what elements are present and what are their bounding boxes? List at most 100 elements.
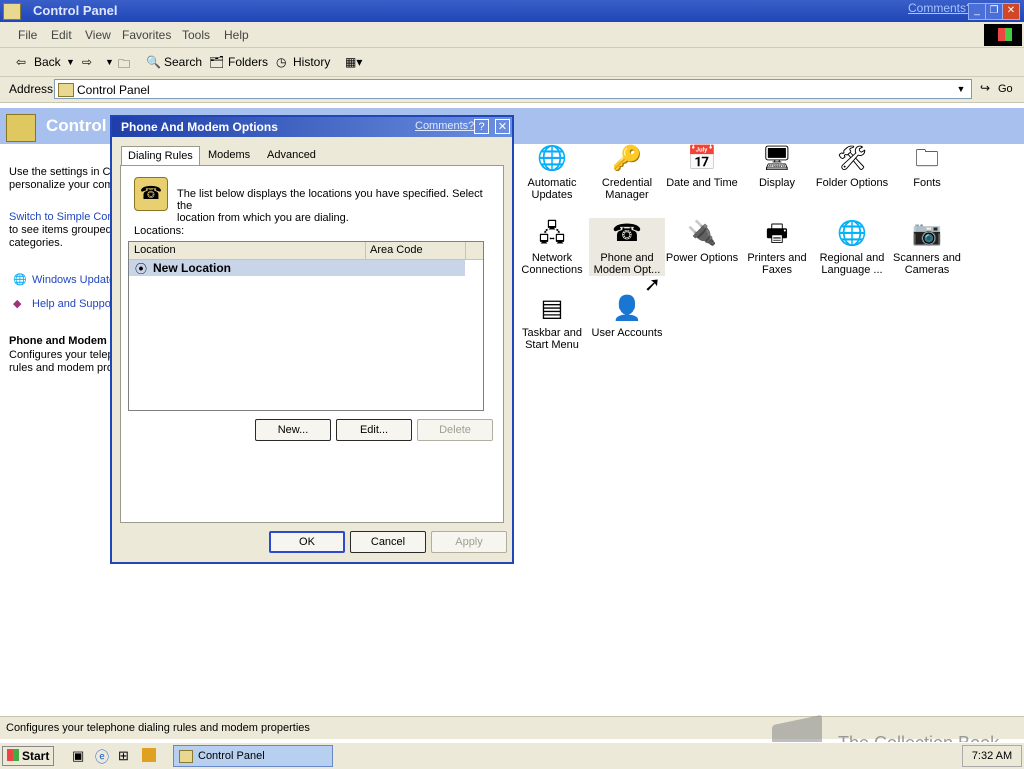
intro-line-1: Use the settings in Co (9, 166, 117, 178)
views-icon[interactable]: ▦▾ (345, 55, 362, 69)
table-row[interactable]: ⦿ New Location (129, 260, 465, 276)
dialog-comments-link[interactable]: Comments? (415, 120, 474, 132)
user-icon: 👤 (612, 295, 642, 322)
control-panel-item[interactable]: 🖶 Printers and Faxes (739, 218, 815, 276)
description-line-1: The list below displays the locations yo… (177, 188, 483, 212)
search-button[interactable]: Search (164, 55, 202, 69)
delete-location-button[interactable]: Delete (417, 419, 493, 441)
history-button[interactable]: History (293, 55, 330, 69)
explorer-icon[interactable]: ⊞ (118, 748, 129, 764)
item-label: User Accounts (591, 327, 663, 339)
control-panel-item[interactable]: 🌐 Automatic Updates (514, 143, 590, 201)
help-book-icon: ◆ (13, 298, 22, 310)
control-panel-item[interactable]: 👤 User Accounts (589, 293, 665, 339)
locations-list[interactable]: Location Area Code ⦿ New Location (128, 241, 484, 411)
control-panel-item[interactable]: ☎ Phone and Modem Opt... (589, 218, 665, 276)
control-panel-item[interactable]: ▤ Taskbar and Start Menu (514, 293, 590, 351)
windows-flag-icon (998, 28, 1012, 41)
item-label: Printers and (747, 252, 807, 264)
menu-favorites[interactable]: Favorites (122, 28, 171, 42)
minimize-button[interactable]: _ (968, 3, 986, 20)
control-panel-item[interactable]: 🌐 Regional and Language ... (814, 218, 890, 276)
control-panel-item[interactable]: 🔌 Power Options (664, 218, 740, 264)
folder-tools-icon: 🛠 (836, 145, 868, 172)
desktop-icon[interactable]: ▣ (72, 748, 84, 764)
dialog-close-button[interactable]: ✕ (495, 119, 510, 134)
item-label: Faxes (762, 264, 792, 276)
ie-icon[interactable]: ⓔ (95, 747, 109, 767)
taskbar-item-control-panel[interactable]: Control Panel (173, 745, 333, 767)
tab-modems[interactable]: Modems (202, 146, 256, 165)
item-label: Folder Options (815, 177, 889, 189)
menu-edit[interactable]: Edit (51, 28, 72, 42)
control-panel-item[interactable]: 🔑 Credential Manager (589, 143, 665, 201)
up-folder-icon[interactable]: 🗀 (118, 55, 130, 76)
control-panel-item[interactable]: 📅 Date and Time (664, 143, 740, 189)
column-divider[interactable] (365, 242, 366, 259)
window-title: Control Panel (33, 3, 118, 18)
globe-icon: 🌐 (537, 145, 567, 172)
tab-advanced[interactable]: Advanced (261, 146, 322, 165)
start-button[interactable]: Start (2, 746, 54, 766)
cancel-button[interactable]: Cancel (350, 531, 426, 553)
list-header: Location Area Code (129, 242, 483, 260)
calendar-clock-icon: 📅 (687, 145, 717, 172)
forward-dropdown-icon[interactable]: ▼ (105, 57, 114, 67)
windows-flag-icon (7, 749, 19, 761)
item-label: Automatic (527, 177, 577, 189)
keys-icon: 🔑 (612, 145, 642, 172)
chevron-down-icon[interactable]: ▼ (952, 80, 970, 98)
comments-link[interactable]: Comments? (908, 1, 973, 15)
selected-item-desc-2: rules and modem pro (9, 362, 113, 374)
close-button[interactable]: ✕ (1002, 3, 1020, 20)
item-label: Scanners and (893, 252, 961, 264)
column-divider[interactable] (465, 242, 466, 259)
tab-dialing-rules[interactable]: Dialing Rules (121, 146, 200, 166)
control-panel-item[interactable]: 🗀 Fonts (889, 143, 965, 189)
column-area-code[interactable]: Area Code (370, 244, 423, 256)
control-panel-item[interactable]: 🖥 Display (739, 143, 815, 189)
column-location[interactable]: Location (134, 244, 176, 256)
restore-button[interactable]: ❐ (985, 3, 1003, 20)
control-panel-item[interactable]: 📷 Scanners and Cameras (889, 218, 965, 276)
folders-button[interactable]: Folders (228, 55, 268, 69)
menu-bar: File Edit View Favorites Tools Help (0, 22, 1024, 48)
address-input[interactable]: Control Panel ▼ (54, 79, 972, 99)
control-panel-item[interactable]: 🛠 Folder Options (814, 143, 890, 189)
telephone-icon: ☎ (134, 177, 168, 211)
location-name: New Location (153, 261, 232, 275)
status-text: Configures your telephone dialing rules … (6, 722, 310, 734)
globe-icon: 🌐 (837, 220, 867, 247)
item-label: Network (531, 252, 573, 264)
start-label: Start (22, 749, 50, 763)
menu-file[interactable]: File (18, 28, 37, 42)
ok-button[interactable]: OK (269, 531, 345, 553)
selected-item-title: Phone and Modem (9, 335, 107, 347)
new-location-button[interactable]: New... (255, 419, 331, 441)
item-label: Updates (531, 189, 573, 201)
selected-item-desc-1: Configures your telep (9, 349, 114, 361)
item-label: Power Options (665, 252, 739, 264)
menu-help[interactable]: Help (224, 28, 249, 42)
dialog-title-bar: Phone And Modem Options Comments? ? ✕ (112, 117, 512, 137)
back-dropdown-icon[interactable]: ▼ (66, 57, 75, 67)
forward-button[interactable]: ⇨ (82, 55, 92, 69)
apply-button[interactable]: Apply (431, 531, 507, 553)
control-panel-item[interactable]: 🖧 Network Connections (514, 218, 590, 276)
help-button[interactable]: ? (474, 119, 489, 134)
menu-tools[interactable]: Tools (182, 28, 210, 42)
back-arrow-icon: ⇦ (16, 55, 27, 69)
monitor-icon: 🖥 (761, 145, 793, 172)
switch-view-link[interactable]: Switch to Simple Conl (9, 211, 116, 223)
edit-location-button[interactable]: Edit... (336, 419, 412, 441)
dialog-title: Phone And Modem Options (121, 120, 278, 134)
media-player-icon[interactable] (142, 748, 156, 762)
back-button[interactable]: Back (34, 55, 61, 69)
help-support-link[interactable]: Help and Suppor (32, 298, 115, 310)
network-icon: 🖧 (538, 220, 566, 247)
go-button[interactable]: Go (998, 83, 1013, 95)
clock: 7:32 AM (962, 745, 1022, 767)
menu-view[interactable]: View (85, 28, 111, 42)
windows-update-link[interactable]: Windows Update (32, 274, 115, 286)
history-icon: ◷ (276, 55, 287, 69)
